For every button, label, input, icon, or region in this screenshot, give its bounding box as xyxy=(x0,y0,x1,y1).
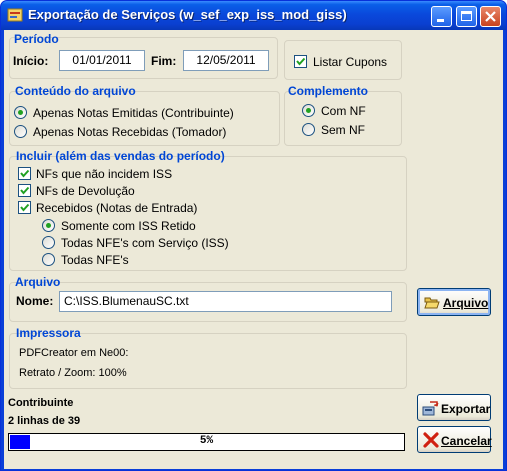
radio-com-nf[interactable] xyxy=(302,104,315,117)
arquivo-title: Arquivo xyxy=(15,275,61,289)
export-icon xyxy=(422,401,439,416)
radio-apenas-emitidas-label[interactable]: Apenas Notas Emitidas (Contribuinte) xyxy=(33,106,234,120)
radio-somente-iss-retido[interactable] xyxy=(42,219,55,232)
maximize-icon xyxy=(461,11,472,21)
listar-cupons-label[interactable]: Listar Cupons xyxy=(313,55,387,69)
printer-orientation: Retrato / Zoom: 100% xyxy=(19,367,127,379)
arquivo-button[interactable]: Arquivo xyxy=(417,288,491,316)
cancelar-button[interactable]: Cancelar xyxy=(417,426,492,453)
radio-todas-nfe-servico-label[interactable]: Todas NFE's com Serviço (ISS) xyxy=(61,236,229,250)
minimize-button[interactable] xyxy=(431,6,452,27)
check-icon xyxy=(20,186,30,195)
impressora-group xyxy=(9,333,407,389)
listar-cupons-checkbox[interactable] xyxy=(294,55,307,68)
checkbox-recebidos-label[interactable]: Recebidos (Notas de Entrada) xyxy=(36,201,197,215)
checkbox-recebidos[interactable] xyxy=(18,201,31,214)
inicio-date-input[interactable]: 01/01/2011 xyxy=(59,50,145,71)
check-icon xyxy=(20,203,30,212)
radio-apenas-recebidas-label[interactable]: Apenas Notas Recebidas (Tomador) xyxy=(33,125,226,139)
complemento-group xyxy=(284,91,402,146)
cancel-x-icon xyxy=(423,432,439,448)
app-icon xyxy=(7,7,23,23)
progress-bar: 5% xyxy=(8,433,405,451)
radio-todas-nfe[interactable] xyxy=(42,253,55,266)
checkbox-nfs-nao-incidem[interactable] xyxy=(18,167,31,180)
dialog-client-area: Período Início: 01/01/2011 Fim: 12/05/20… xyxy=(4,30,503,469)
cancelar-button-label: Cancelar xyxy=(441,434,492,448)
complemento-title: Complemento xyxy=(288,84,369,98)
arquivo-button-label: Arquivo xyxy=(443,296,489,310)
conteudo-title: Conteúdo do arquivo xyxy=(15,84,136,98)
radio-todas-nfe-label[interactable]: Todas NFE's xyxy=(61,253,129,267)
radio-somente-iss-retido-label[interactable]: Somente com ISS Retido xyxy=(61,219,196,233)
nome-label: Nome: xyxy=(16,294,54,308)
radio-apenas-emitidas[interactable] xyxy=(14,106,27,119)
title-bar[interactable]: Exportação de Serviços (w_sef_exp_iss_mo… xyxy=(1,1,506,30)
fim-label: Fim: xyxy=(151,54,177,68)
radio-sem-nf[interactable] xyxy=(302,123,315,136)
minimize-icon xyxy=(437,19,444,22)
check-icon xyxy=(20,169,30,178)
radio-sem-nf-label[interactable]: Sem NF xyxy=(321,123,365,137)
maximize-button[interactable] xyxy=(456,6,477,27)
radio-com-nf-label[interactable]: Com NF xyxy=(321,104,366,118)
periodo-title: Período xyxy=(14,32,59,46)
checkbox-nfs-devolucao-label[interactable]: NFs de Devolução xyxy=(36,184,135,198)
check-icon xyxy=(296,57,306,66)
radio-apenas-recebidas[interactable] xyxy=(14,125,27,138)
radio-todas-nfe-servico[interactable] xyxy=(42,236,55,249)
inicio-label: Início: xyxy=(13,54,49,68)
exportar-button[interactable]: Exportar xyxy=(417,394,491,421)
progress-text: 5% xyxy=(199,435,214,447)
status-title: Contribuinte xyxy=(8,397,74,409)
fim-date-input[interactable]: 12/05/2011 xyxy=(183,50,269,71)
close-button[interactable] xyxy=(480,6,501,27)
exportar-button-label: Exportar xyxy=(441,402,491,416)
window-title: Exportação de Serviços (w_sef_exp_iss_mo… xyxy=(28,7,347,22)
checkbox-nfs-devolucao[interactable] xyxy=(18,184,31,197)
folder-open-icon xyxy=(424,297,440,309)
incluir-title: Incluir (além das vendas do período) xyxy=(16,149,225,163)
impressora-title: Impressora xyxy=(16,326,81,340)
printer-name: PDFCreator em Ne00: xyxy=(19,347,129,359)
status-lines: 2 linhas de 39 xyxy=(8,415,81,427)
arquivo-nome-input[interactable]: C:\ISS.BlumenauSC.txt xyxy=(59,291,392,312)
checkbox-nfs-nao-incidem-label[interactable]: NFs que não incidem ISS xyxy=(36,167,172,181)
close-icon xyxy=(485,11,496,22)
app-window: Exportação de Serviços (w_sef_exp_iss_mo… xyxy=(0,0,507,471)
